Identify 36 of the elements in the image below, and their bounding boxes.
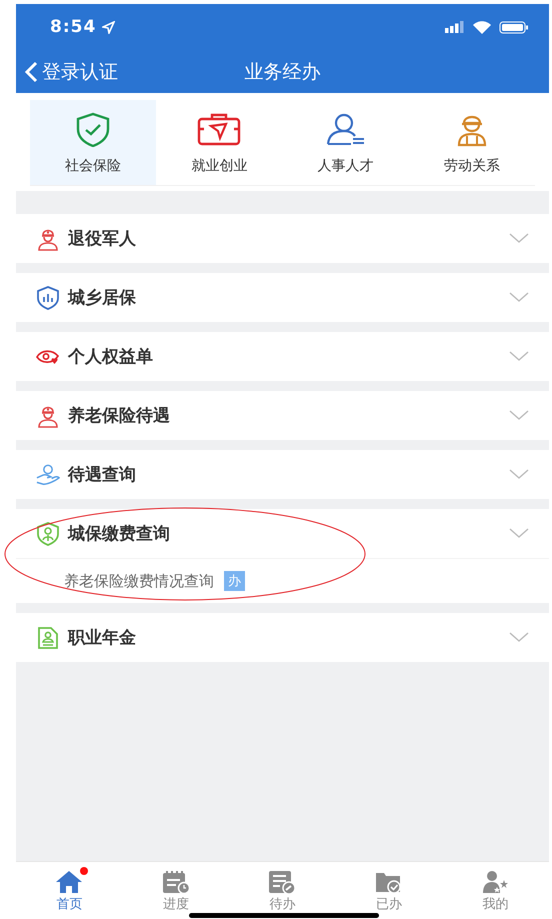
eye-heart-icon <box>36 348 60 366</box>
category-tab[interactable]: 社会保险 <box>30 100 156 185</box>
chevron-down-icon <box>509 632 529 643</box>
soldier-icon <box>37 226 59 250</box>
page-title: 业务经办 <box>244 60 320 84</box>
tab-bar-item[interactable]: 我的 <box>442 862 549 913</box>
chevron-down-icon <box>509 292 529 303</box>
service-link[interactable]: 养老保险缴费情况查询 <box>64 572 214 590</box>
person-list-icon <box>324 112 367 146</box>
chevron-down-icon <box>509 528 529 539</box>
chevron-down-icon <box>509 469 529 480</box>
soldier-icon <box>37 404 59 428</box>
certificate-icon <box>37 626 59 650</box>
shield-chart-icon <box>37 286 59 310</box>
status-time: 8:54 <box>50 17 96 37</box>
briefcase-icon <box>196 112 242 146</box>
calendar-clock-icon <box>162 870 190 894</box>
shield-person-icon <box>37 522 59 546</box>
chevron-down-icon <box>509 351 529 362</box>
battery-icon <box>499 20 529 34</box>
location-arrow-icon <box>102 20 116 34</box>
wifi-icon <box>473 20 491 34</box>
hand-person-icon <box>36 462 60 486</box>
document-pin-icon <box>268 870 296 894</box>
home-icon <box>55 870 84 894</box>
tab-bar-item[interactable]: 进度 <box>122 862 230 913</box>
tab-bar-item[interactable]: 已办 <box>336 862 442 913</box>
back-chevron-icon <box>24 60 38 82</box>
chevron-down-icon <box>509 410 529 421</box>
chevron-down-icon <box>509 233 529 244</box>
signal-icon <box>445 21 465 33</box>
user-stars-icon <box>482 870 510 894</box>
tab-bar-item[interactable]: 待办 <box>229 862 336 913</box>
handle-tag: 办 <box>224 571 245 591</box>
tab-bar-item[interactable]: 首页 <box>16 862 123 913</box>
back-button[interactable]: 登录认证 <box>24 58 118 84</box>
